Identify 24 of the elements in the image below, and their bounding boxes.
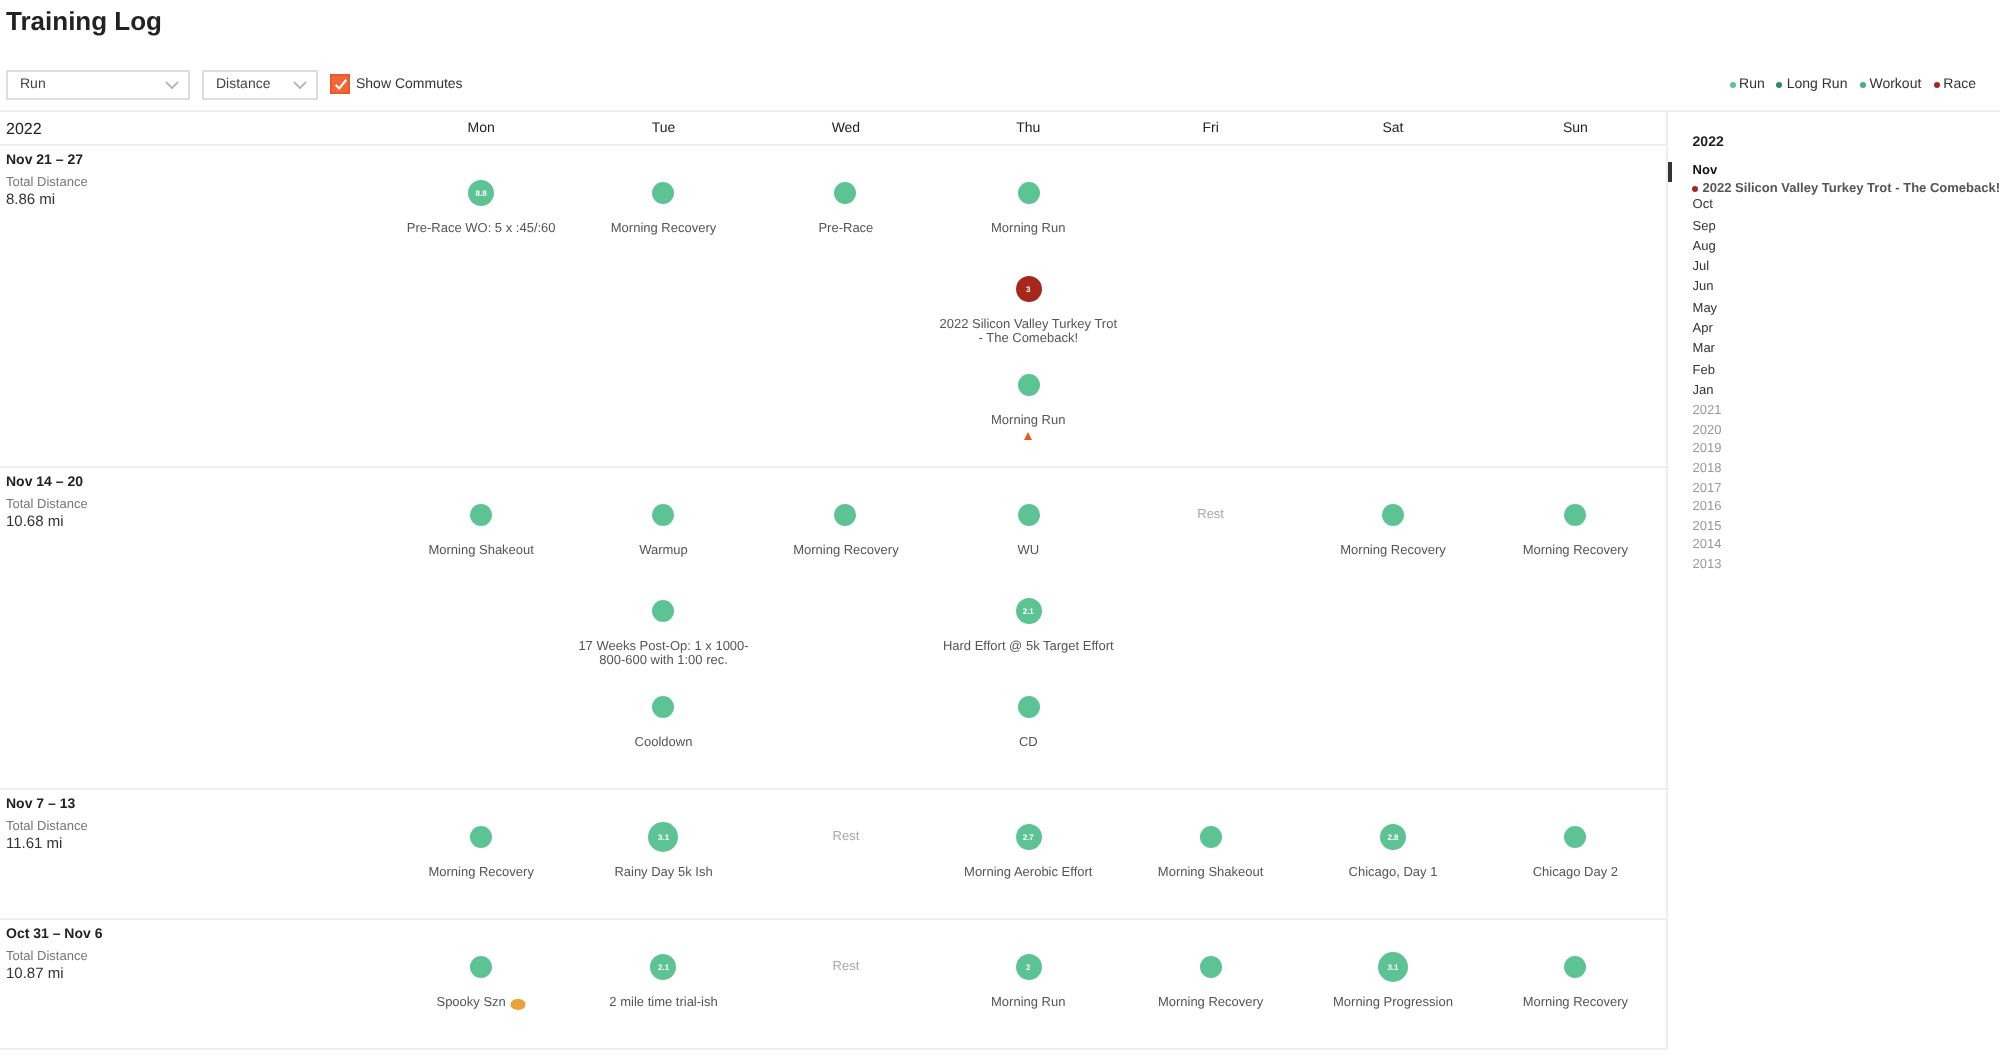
activity-dot[interactable] (1017, 374, 1040, 396)
activity-dot[interactable] (652, 600, 675, 622)
activity-dot[interactable] (1017, 182, 1040, 204)
activity-dot[interactable] (470, 504, 493, 526)
activity-dot[interactable] (1382, 504, 1404, 526)
activity-dot[interactable] (1017, 696, 1040, 718)
year-heading: 2022 (4, 119, 44, 137)
activity-dot[interactable] (1564, 504, 1587, 526)
activity-dot[interactable] (470, 956, 493, 978)
activity-dot[interactable] (1017, 504, 1040, 526)
activity-dot[interactable] (652, 696, 675, 718)
chevron-icon (292, 79, 308, 89)
activity-dot[interactable] (1564, 956, 1587, 978)
commutes-checkbox[interactable] (330, 74, 350, 94)
activity-dot[interactable] (652, 504, 675, 526)
activity-dot[interactable] (652, 182, 675, 204)
activity-dot[interactable] (470, 826, 493, 848)
activity-dot[interactable] (1564, 826, 1587, 848)
page-title: Training Log (4, 4, 164, 40)
chevron-icon (164, 79, 180, 89)
activity-dot[interactable] (834, 182, 857, 204)
activity-dot[interactable] (1199, 826, 1222, 848)
activity-dot[interactable] (834, 504, 857, 526)
activity-dot[interactable] (1199, 956, 1222, 978)
